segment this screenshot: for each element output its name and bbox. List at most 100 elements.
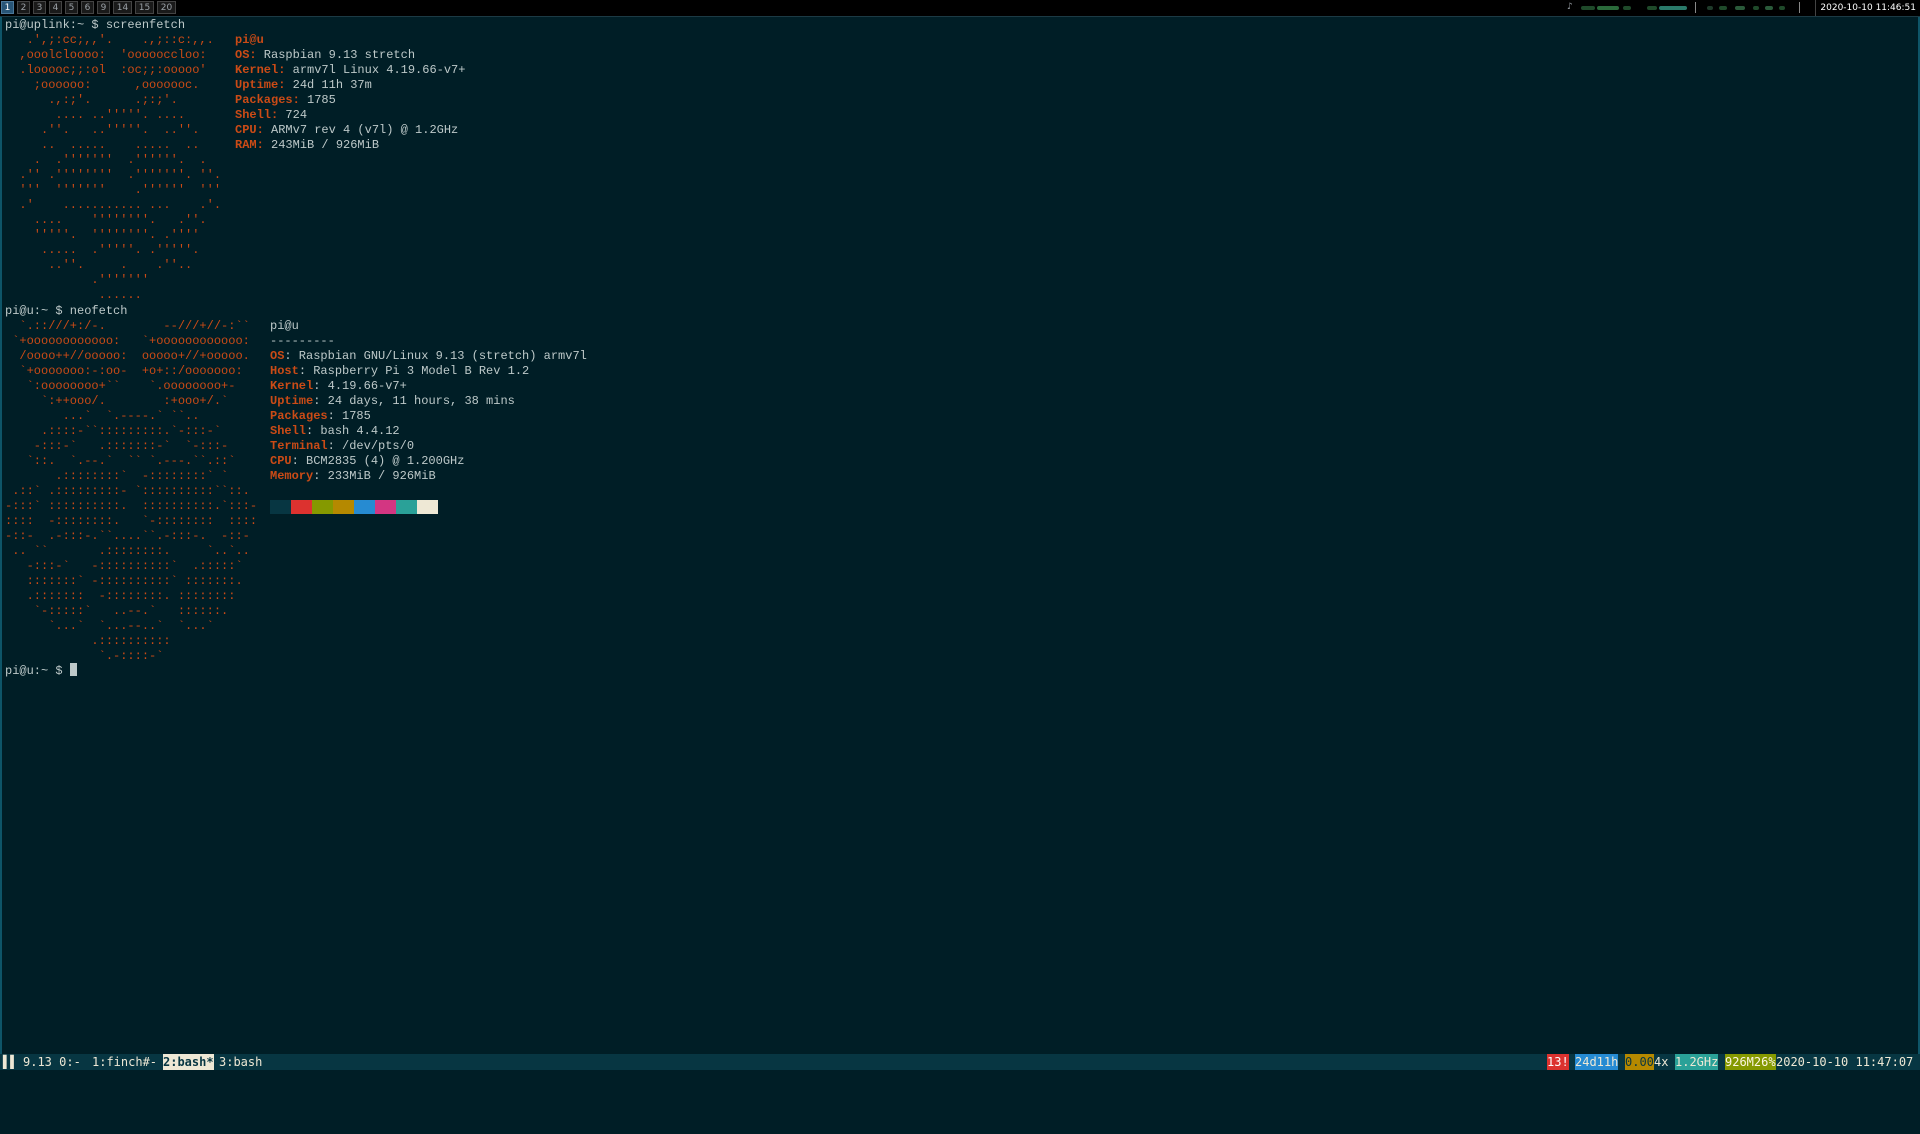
info-row: Shell: bash 4.4.12 — [270, 424, 400, 439]
info-value: 1785 — [299, 93, 336, 107]
tmux-status-segment: 13! — [1547, 1054, 1569, 1070]
logo-art-line: `:++ooo/. :+ooo+/.` — [41, 394, 229, 408]
screenfetch-command-line: pi@uplink:~ $ screenfetch — [5, 18, 186, 32]
color-swatch — [417, 500, 438, 514]
info-value: : BCM2835 (4) @ 1.200GHz — [291, 454, 465, 468]
tray-indicator-icon — [1779, 6, 1785, 10]
info-value: Raspbian 9.13 stretch — [256, 48, 416, 62]
terminal-window[interactable]: pi@uplink:~ $ screenfetch .',;:cc;,,'. .… — [0, 17, 1920, 1054]
info-label: Uptime: — [235, 78, 286, 92]
network-graph-icon — [1581, 6, 1595, 10]
info-row: Terminal: /dev/pts/0 — [270, 439, 414, 454]
tray-indicator-icon — [1707, 6, 1713, 10]
logo-art-line: . .''''''' .''''''. . — [33, 153, 207, 167]
bottom-border — [0, 1070, 1920, 1080]
info-value: : bash 4.4.12 — [306, 424, 400, 438]
logo-art-line: .''''''' — [91, 273, 150, 287]
logo-art-line: `::. `.--.` `` `.---.``.::` — [26, 454, 236, 468]
logo-art-line: .. ..... ..... .. — [41, 138, 200, 152]
tmux-status-segment: 1.2GHz — [1675, 1054, 1719, 1070]
workspace-button-9[interactable]: 9 — [97, 1, 110, 14]
tray-indicator-icon — [1765, 6, 1773, 10]
color-swatch — [333, 500, 354, 514]
logo-art-line: `.::///+:/-. --///+//-:`` — [19, 319, 250, 333]
music-note-icon[interactable]: ♪ — [1567, 2, 1573, 13]
tmux-window-3[interactable]: 3:bash — [219, 1054, 262, 1070]
logo-art-line: .',;:cc;,,'. .,;::c:,,. — [26, 33, 214, 47]
info-row: CPU: BCM2835 (4) @ 1.200GHz — [270, 454, 464, 469]
logo-art-line: `...` `...--..` `...` — [48, 619, 214, 633]
color-swatch — [375, 500, 396, 514]
top-clock[interactable]: 2020-10-10 11:46:51 — [1815, 0, 1920, 16]
info-label: Shell: — [235, 108, 279, 122]
network-graph-icon — [1597, 6, 1619, 10]
workspace-button-1[interactable]: 1 — [1, 1, 14, 14]
tmux-status-segment: 2020-10-10 11:47:07 — [1776, 1054, 1914, 1070]
workspace-button-15[interactable]: 15 — [135, 1, 154, 14]
logo-art-line: .::::::::` -::::::::` ` — [55, 469, 229, 483]
logo-art-line: .::::::: -::::::::. :::::::: — [26, 589, 236, 603]
shell-prompt-line[interactable]: pi@u:~ $ — [5, 663, 77, 679]
logo-art-line: `-:::::` ..--.` ::::::. — [33, 604, 229, 618]
neofetch-logo-art: `.::///+:/-. --///+//-:`` `+oooooooooooo… — [5, 319, 257, 664]
info-value: 724 — [278, 108, 308, 122]
workspace-button-14[interactable]: 14 — [113, 1, 132, 14]
logo-art-line: .::` .:::::::::- `::::::::::``::. — [12, 484, 250, 498]
logo-art-line: ...... — [98, 288, 142, 302]
top-bar: 1 2 3 4 5 6 9 14 15 20 ♪ 2020-10-10 11:46:51 — [0, 0, 1920, 17]
logo-art-line: -::- .-:::-.``....``.-:::-. -::- — [5, 529, 250, 543]
logo-art-line: .... ''''''''. .''. — [33, 213, 207, 227]
logo-art-line: -:::-` -::::::::::` .:::::` — [26, 559, 243, 573]
tmux-window-1[interactable]: 1:finch#- — [92, 1054, 157, 1070]
info-value: armv7l Linux 4.19.66-v7+ — [285, 63, 466, 77]
cpu-graph-icon — [1659, 6, 1687, 10]
info-label: CPU — [270, 454, 292, 468]
info-row: Packages: 1785 — [235, 93, 336, 108]
system-tray: ♪ — [1567, 2, 1817, 13]
info-row: Shell: 724 — [235, 108, 307, 123]
neofetch-command-line: pi@u:~ $ neofetch — [5, 304, 128, 318]
tmux-status-segment: 24d11h — [1575, 1054, 1619, 1070]
color-swatch — [312, 500, 333, 514]
info-label: RAM: — [235, 138, 264, 152]
info-row: CPU: ARMv7 rev 4 (v7l) @ 1.2GHz — [235, 123, 458, 138]
tray-separator — [1695, 2, 1696, 13]
screenfetch-logo-art: .',;:cc;,,'. .,;::c:,,. ,ooolcloooo: 'oo… — [5, 33, 221, 303]
logo-art-line: .'' .'''''''' .'''''''. ''. — [19, 168, 222, 182]
info-label: Terminal — [270, 439, 328, 453]
logo-art-line: .... ..'''''. .... — [55, 108, 186, 122]
info-label: Packages: — [235, 93, 300, 107]
logo-art-line: .. `` .::::::::. `..`.. — [12, 544, 250, 558]
info-row: OS: Raspbian 9.13 stretch — [235, 48, 415, 63]
workspace-button-2[interactable]: 2 — [17, 1, 30, 14]
tmux-window-2[interactable]: 2:bash* — [163, 1054, 214, 1070]
workspace-button-6[interactable]: 6 — [81, 1, 94, 14]
info-label: Memory — [270, 469, 314, 483]
info-row: Memory: 233MiB / 926MiB — [270, 469, 436, 484]
logo-art-line: :::::::` -::::::::::` :::::::. — [26, 574, 243, 588]
neofetch-user-host: pi@u — [270, 319, 299, 333]
workspace-button-5[interactable]: 5 — [65, 1, 78, 14]
info-label: OS — [270, 349, 285, 363]
logo-art-line: -:::` ::::::::::. ::::::::::.`:::- — [5, 499, 258, 513]
info-row: Kernel: 4.19.66-v7+ — [270, 379, 407, 394]
logo-art-line: '''''. ''''''''. .'''' — [33, 228, 200, 242]
workspace-button-4[interactable]: 4 — [49, 1, 62, 14]
logo-art-line: /oooo++//ooooo: ooooo+//+ooooo. — [19, 349, 250, 363]
color-swatch — [270, 500, 291, 514]
info-value: : 1785 — [327, 409, 371, 423]
workspace-button-3[interactable]: 3 — [33, 1, 46, 14]
tray-indicator-icon — [1719, 6, 1727, 10]
info-value: ARMv7 rev 4 (v7l) @ 1.2GHz — [263, 123, 459, 137]
workspace-button-20[interactable]: 20 — [157, 1, 176, 14]
shell-prompt: pi@u:~ $ — [5, 664, 70, 678]
logo-art-line: `:oooooooo+`` `.oooooooo+- — [26, 379, 236, 393]
info-row: Uptime: 24d 11h 37m — [235, 78, 372, 93]
logo-art-line: .' ........... ... .'. — [19, 198, 222, 212]
logo-art-line: .looooc;;:ol :oc;;:ooooo' — [19, 63, 207, 77]
tmux-session-label: 9.13 0:- — [23, 1055, 81, 1069]
color-swatch — [396, 500, 417, 514]
logo-art-line: .,:;'. .;:;'. — [48, 93, 178, 107]
color-swatch — [291, 500, 312, 514]
info-value: : 24 days, 11 hours, 38 mins — [313, 394, 515, 408]
